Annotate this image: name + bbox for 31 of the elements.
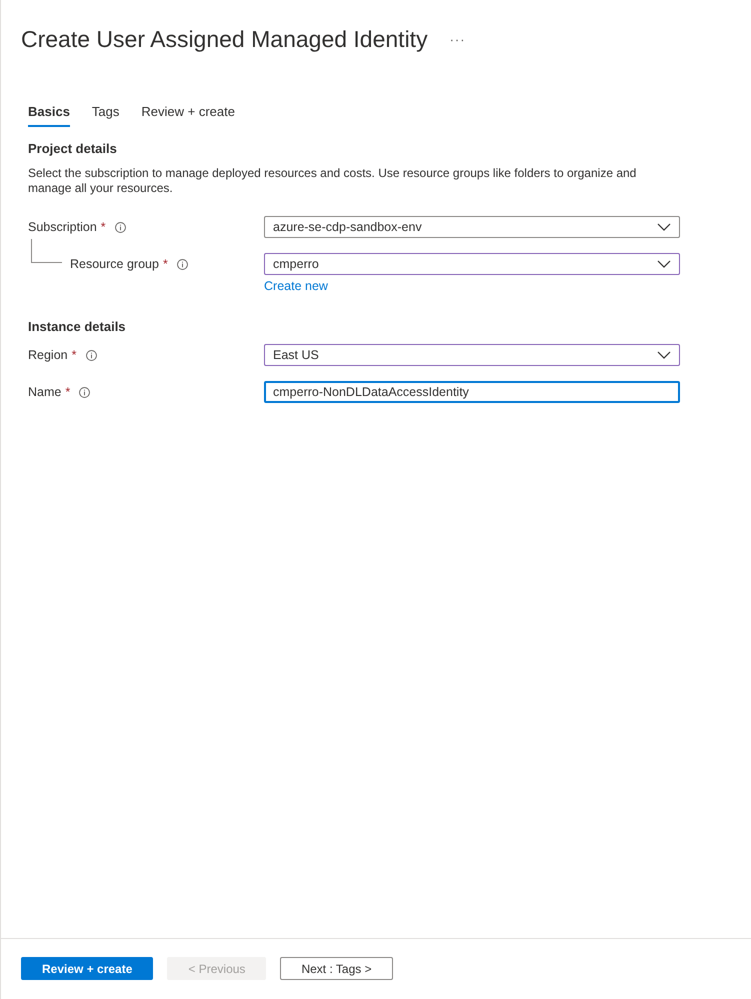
info-icon[interactable]: [176, 258, 188, 270]
field-label: Name: [28, 385, 62, 399]
tab[interactable]: Basics: [28, 104, 70, 127]
required-mark: *: [100, 220, 106, 234]
field-label: Resource group: [70, 257, 159, 271]
required-mark: *: [162, 257, 168, 271]
more-options-button[interactable]: ···: [450, 32, 466, 46]
chevron-down-icon: [657, 223, 671, 231]
required-mark: *: [65, 385, 70, 399]
info-icon[interactable]: [79, 386, 90, 398]
info-icon[interactable]: [114, 222, 126, 232]
tab[interactable]: Review + create: [141, 104, 235, 127]
section-heading: Project details: [28, 141, 118, 156]
chevron-down-icon: [657, 260, 671, 268]
input-field[interactable]: cmperro-NonDLDataAccessIdentity: [264, 381, 680, 403]
footer-button[interactable]: Next : Tags >: [280, 957, 393, 980]
dropdown[interactable]: East US: [264, 344, 680, 366]
chevron-down-icon: [657, 351, 671, 359]
required-mark: *: [72, 348, 76, 362]
field-label: Region: [28, 348, 68, 362]
field-label: Subscription: [28, 220, 97, 234]
dropdown[interactable]: cmperro: [264, 253, 680, 275]
section-heading: Instance details: [28, 319, 127, 334]
page-title: Create User Assigned Managed Identity: [21, 26, 428, 52]
create-new-link[interactable]: Create new: [264, 279, 328, 293]
tab[interactable]: Tags: [92, 104, 120, 127]
section-description: Select the subscription to manage deployed resources and costs. Use resource groups like folders to organize and manage all your resources.: [28, 166, 638, 196]
dropdown[interactable]: azure-se-cdp-sandbox-env: [264, 216, 680, 238]
tree-connector: [31, 239, 62, 263]
footer-button[interactable]: Review + create: [21, 957, 154, 980]
info-icon[interactable]: [86, 350, 96, 360]
